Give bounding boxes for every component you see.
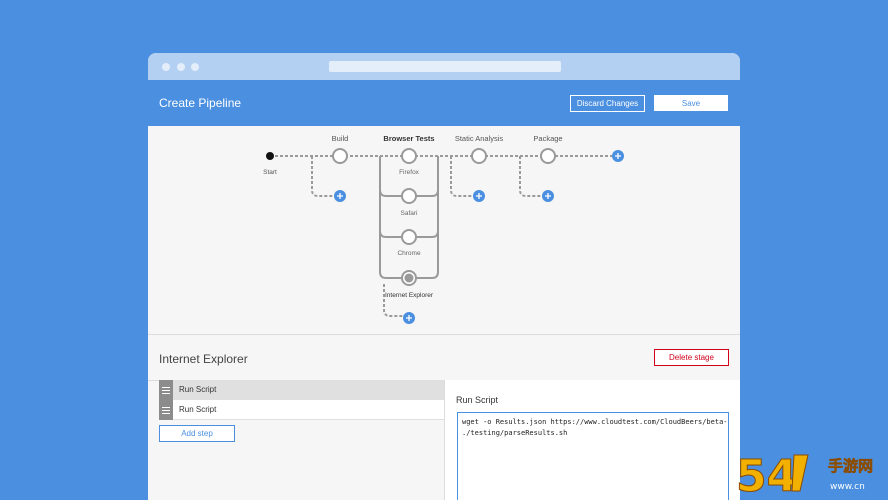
selected-node-indicator <box>404 273 414 283</box>
steps-list: Run Script Run Script Add step <box>159 380 444 500</box>
delete-stage-button[interactable]: Delete stage <box>654 349 729 366</box>
pipeline-graph: Start Build Browser Tests Static Analysi… <box>263 134 624 324</box>
script-line: wget -o Results.json https://www.cloudte… <box>462 418 729 426</box>
drag-handle-icon[interactable] <box>159 380 173 400</box>
step-row[interactable]: Run Script <box>159 400 444 420</box>
add-static-step-icon[interactable] <box>473 190 485 202</box>
save-button[interactable]: Save <box>654 95 728 111</box>
node-label-internet-explorer: Internet Explorer <box>385 292 434 299</box>
watermark-main: 54 <box>736 451 797 497</box>
script-line: ./testing/parseResults.sh <box>462 429 568 437</box>
step-row-selected[interactable]: Run Script <box>159 380 444 400</box>
add-stage-icon[interactable] <box>612 150 624 162</box>
node-label-chrome: Chrome <box>397 250 421 257</box>
node-label-firefox: Firefox <box>399 169 420 176</box>
add-package-step-icon[interactable] <box>542 190 554 202</box>
pipeline-canvas: Start Build Browser Tests Static Analysi… <box>148 126 740 334</box>
window-dot-minimize[interactable] <box>177 63 185 71</box>
script-title: Run Script <box>456 395 499 405</box>
stage-title: Internet Explorer <box>159 352 248 366</box>
watermark-sub: 手游网 <box>828 457 873 475</box>
script-editor[interactable]: wget -o Results.json https://www.cloudte… <box>457 412 729 500</box>
app-window: Create Pipeline Discard Changes Save Sta… <box>148 53 740 500</box>
package-add-connector <box>519 156 542 197</box>
window-dot-maximize[interactable] <box>191 63 199 71</box>
stage-node-package[interactable] <box>540 148 556 164</box>
step-label: Run Script <box>179 405 217 414</box>
stage-label-static-analysis: Static Analysis <box>455 134 504 143</box>
static-add-connector <box>450 156 473 197</box>
address-bar[interactable] <box>329 61 561 72</box>
script-panel: Run Script wget -o Results.json https://… <box>445 380 740 500</box>
stage-label-package: Package <box>533 134 562 143</box>
stage-node-firefox[interactable] <box>401 148 417 164</box>
add-step-button[interactable]: Add step <box>159 425 235 442</box>
add-parallel-icon[interactable] <box>403 312 415 324</box>
browser-chrome <box>148 53 740 80</box>
node-label-safari: Safari <box>401 210 418 217</box>
stage-node-chrome[interactable] <box>401 229 417 245</box>
drag-handle-icon[interactable] <box>159 400 173 420</box>
stage-label-build: Build <box>332 134 349 143</box>
step-label: Run Script <box>179 385 217 394</box>
app-header: Create Pipeline Discard Changes Save <box>148 80 740 126</box>
start-label: Start <box>263 169 277 176</box>
stage-label-browser-tests: Browser Tests <box>383 134 434 143</box>
ie-add-connector <box>383 284 403 317</box>
stage-node-static-analysis[interactable] <box>471 148 487 164</box>
start-node[interactable] <box>266 152 274 160</box>
watermark-site: www.cn <box>830 482 865 492</box>
stage-detail-header: Internet Explorer Delete stage <box>148 335 740 380</box>
add-build-step-icon[interactable] <box>334 190 346 202</box>
stage-node-build[interactable] <box>332 148 348 164</box>
window-dot-close[interactable] <box>162 63 170 71</box>
watermark-glyph <box>791 454 809 492</box>
discard-changes-button[interactable]: Discard Changes <box>570 95 645 112</box>
site-watermark: 54 手游网 www.cn <box>736 445 886 500</box>
page-title: Create Pipeline <box>159 96 242 110</box>
build-add-connector <box>311 156 334 197</box>
stage-node-safari[interactable] <box>401 188 417 204</box>
